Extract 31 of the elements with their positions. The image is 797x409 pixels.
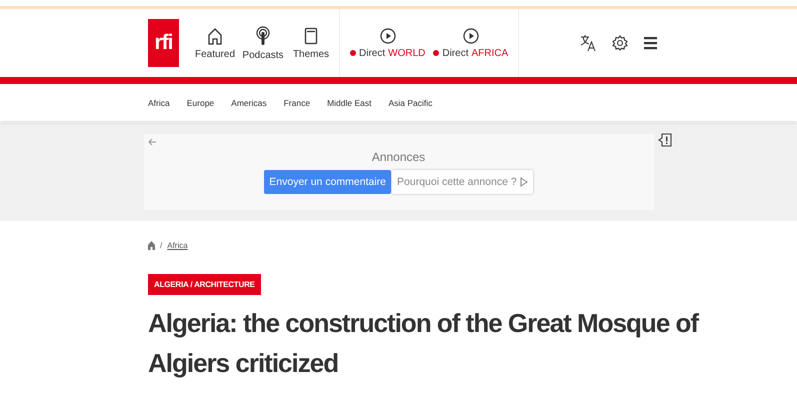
play-icon bbox=[462, 28, 479, 44]
report-icon[interactable] bbox=[658, 133, 672, 147]
live-radio-link[interactable]: Direct AFRICA bbox=[433, 28, 508, 58]
live-radio-link[interactable]: Direct WORLD bbox=[350, 28, 426, 58]
region-link[interactable]: France bbox=[284, 98, 310, 108]
region-link[interactable]: Middle East bbox=[327, 98, 372, 108]
nav-link[interactable]: Themes bbox=[287, 26, 335, 60]
menu-icon[interactable] bbox=[644, 36, 657, 50]
home-icon[interactable] bbox=[148, 241, 155, 250]
translate-icon[interactable] bbox=[580, 34, 596, 52]
back-arrow-icon[interactable] bbox=[148, 138, 156, 146]
region-link[interactable]: Europe bbox=[186, 98, 214, 108]
feedback-button[interactable]: Envoyer un commentaire bbox=[264, 170, 392, 194]
nav-link[interactable]: Featured bbox=[191, 26, 239, 60]
podcast-icon bbox=[255, 26, 271, 46]
region-link[interactable]: Americas bbox=[231, 98, 267, 108]
breadcrumb-separator: / bbox=[160, 241, 162, 250]
home-icon bbox=[207, 26, 223, 44]
ad-label: Annonces bbox=[372, 150, 426, 164]
category-tag[interactable]: ALGERIA / ARCHITECTURE bbox=[148, 274, 261, 295]
play-icon bbox=[380, 28, 396, 44]
settings-icon[interactable] bbox=[612, 35, 628, 51]
rfi-logo[interactable]: rfi bbox=[148, 19, 179, 67]
breadcrumb-link[interactable]: Africa bbox=[167, 241, 188, 250]
why-ad-button[interactable]: Pourquoi cette annonce ? bbox=[392, 170, 533, 194]
adchoices-icon bbox=[520, 177, 528, 187]
nav-link[interactable]: Podcasts bbox=[239, 26, 287, 60]
article-headline: Algeria: the construction of the Great Mosque of Algiers criticized bbox=[148, 307, 700, 380]
region-link[interactable]: Asia Pacific bbox=[388, 98, 432, 108]
book-icon bbox=[304, 26, 318, 44]
region-link[interactable]: Africa bbox=[148, 98, 170, 108]
